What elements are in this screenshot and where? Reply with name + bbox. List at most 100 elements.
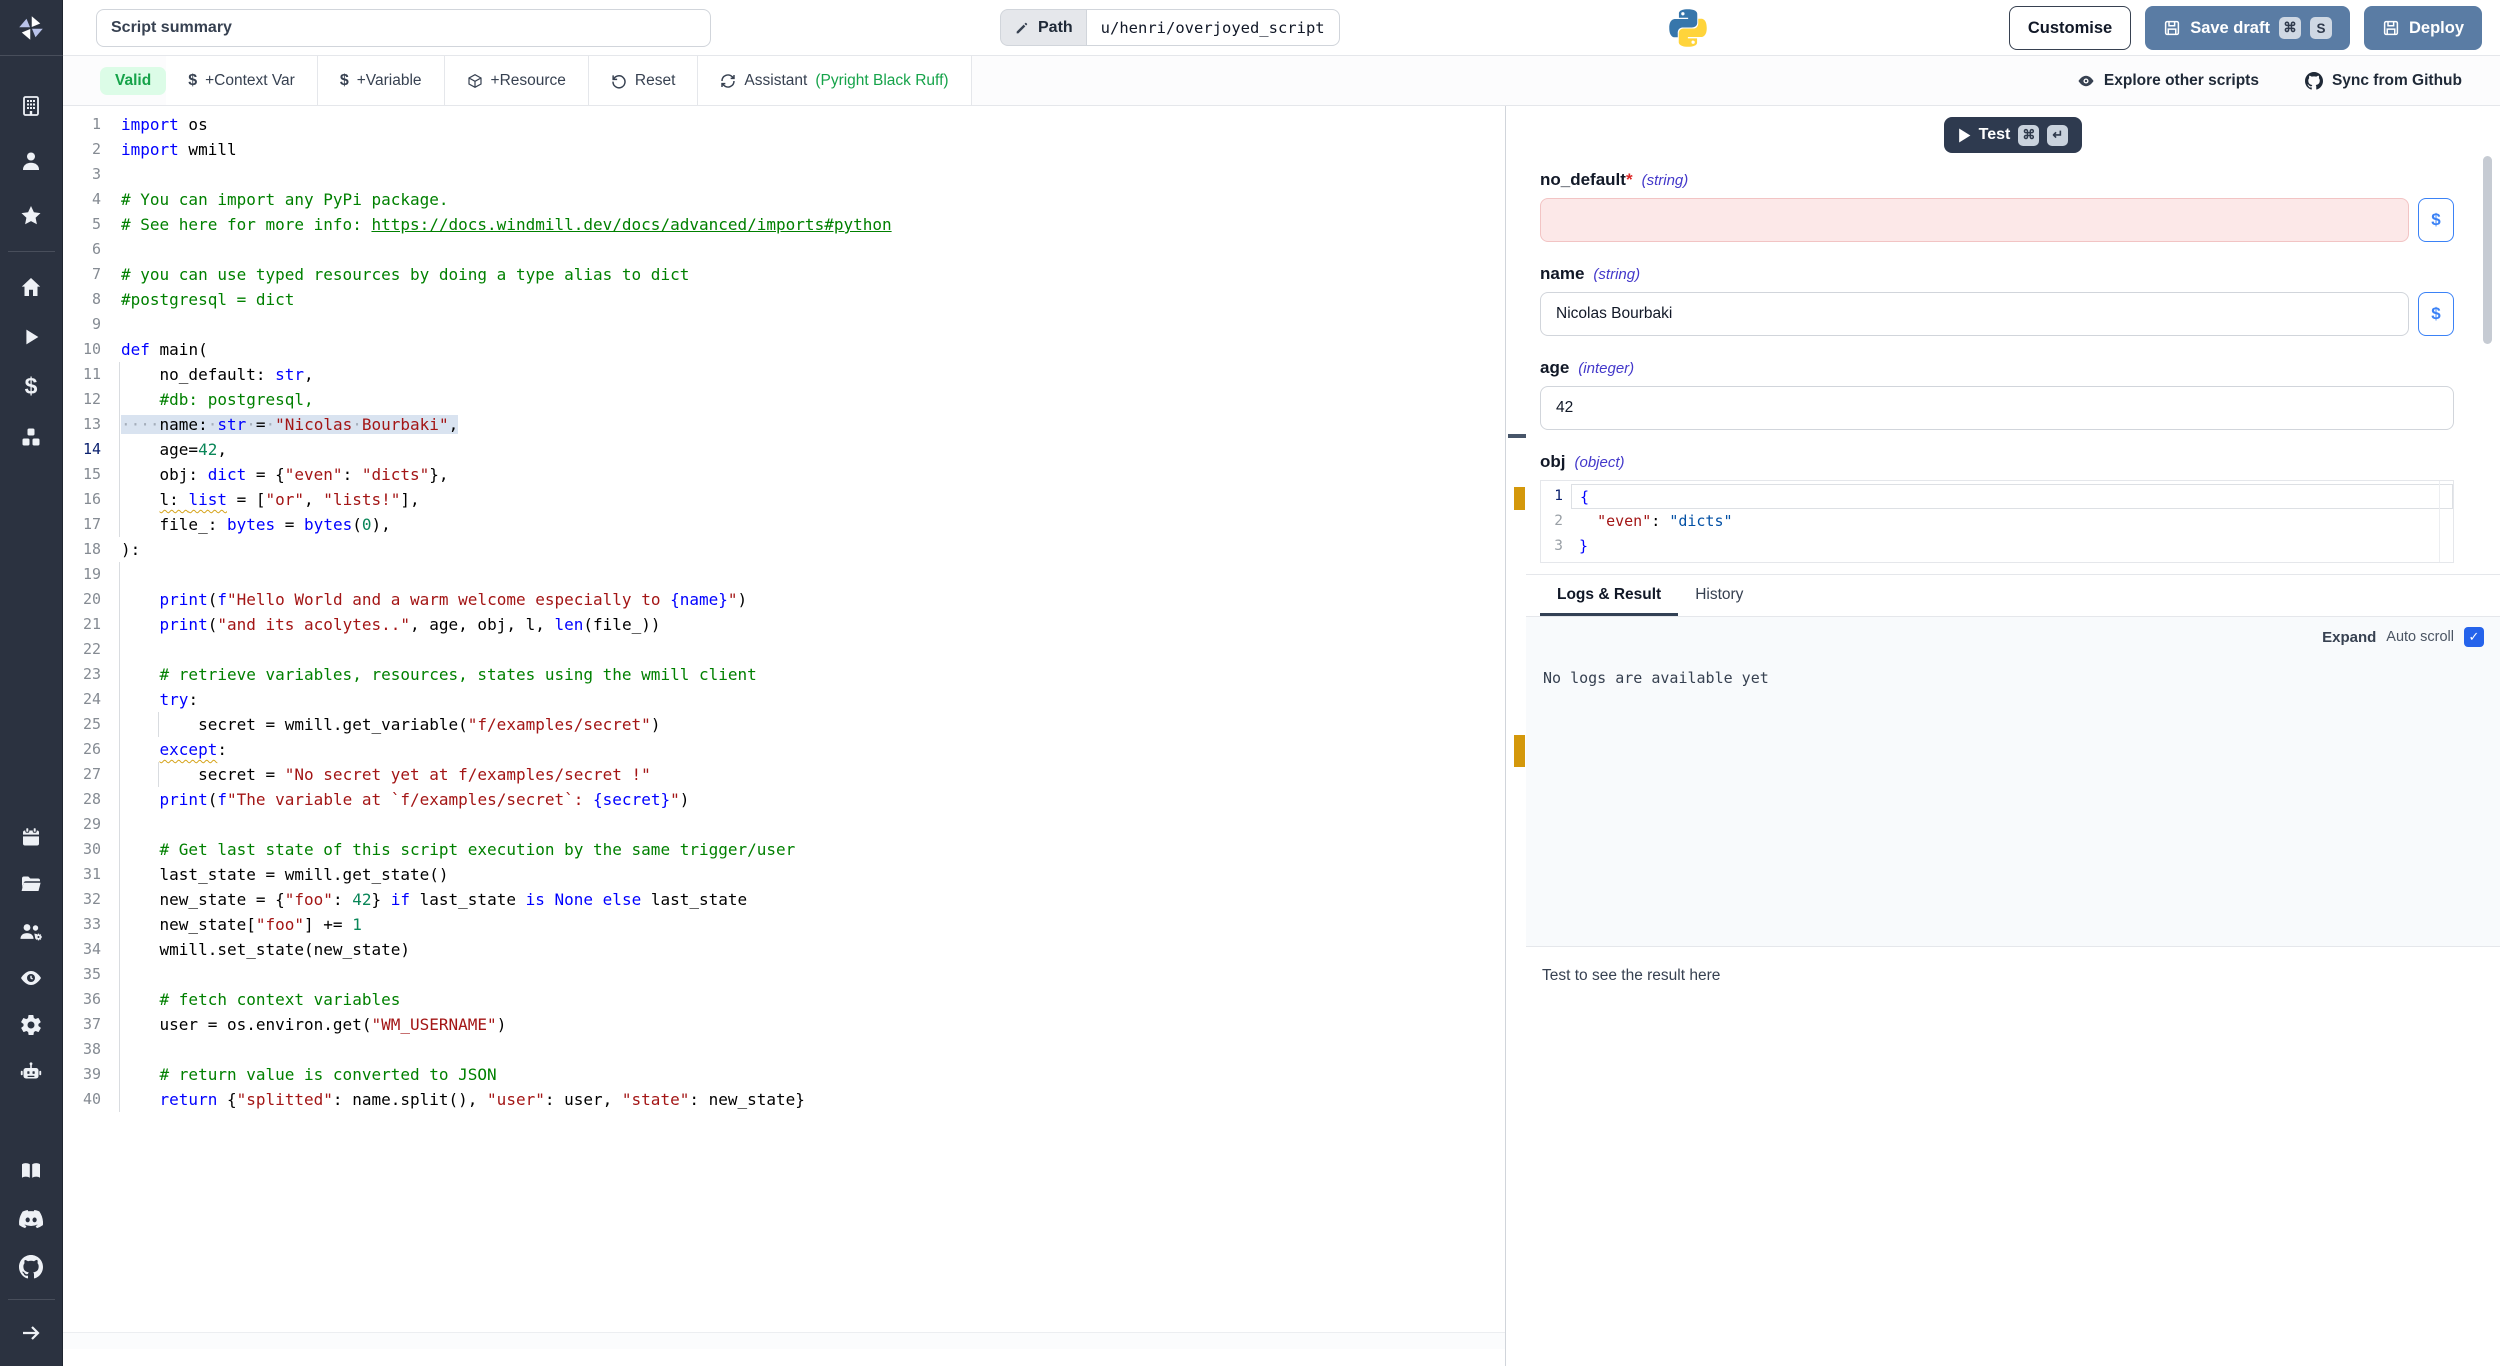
line-number: 15 bbox=[63, 462, 101, 487]
code-line[interactable]: 21 print("and its acolytes..", age, obj,… bbox=[63, 612, 1505, 637]
test-button[interactable]: Test ⌘ ↵ bbox=[1944, 117, 2083, 153]
add-variable-button[interactable]: $ +Variable bbox=[318, 56, 445, 105]
sidebar-item-github[interactable] bbox=[0, 1243, 63, 1291]
sidebar-item-resources-cubes[interactable] bbox=[0, 412, 63, 462]
code-line[interactable]: 3 bbox=[63, 162, 1505, 187]
code-line[interactable]: 32 new_state = {"foo": 42} if last_state… bbox=[63, 887, 1505, 912]
home-icon bbox=[19, 275, 43, 299]
code-line[interactable]: 34 wmill.set_state(new_state) bbox=[63, 937, 1505, 962]
no_default-input[interactable] bbox=[1540, 198, 2409, 242]
code-line[interactable]: 18): bbox=[63, 537, 1505, 562]
code-line[interactable]: 27 secret = "No secret yet at f/examples… bbox=[63, 762, 1505, 787]
save-draft-button[interactable]: Save draft ⌘ S bbox=[2145, 6, 2350, 50]
no-logs-message: No logs are available yet bbox=[1543, 669, 1769, 687]
field-name: age bbox=[1540, 358, 1569, 378]
code-line[interactable]: 20 print(f"Hello World and a warm welcom… bbox=[63, 587, 1505, 612]
code-editor[interactable]: 1import os2import wmill34# You can impor… bbox=[63, 106, 1505, 1349]
sidebar-item-settings-gear[interactable] bbox=[0, 1001, 63, 1048]
code-line[interactable]: 38 bbox=[63, 1037, 1505, 1062]
sidebar-item-workspace-building[interactable] bbox=[0, 78, 63, 133]
workers-robot-icon bbox=[18, 1060, 44, 1084]
code-line[interactable]: 1import os bbox=[63, 112, 1505, 137]
code-line[interactable]: 11 no_default: str, bbox=[63, 362, 1505, 387]
code-line[interactable]: 28 print(f"The variable at `f/examples/s… bbox=[63, 787, 1505, 812]
windmill-logo-icon[interactable] bbox=[0, 0, 63, 56]
sidebar-item-home[interactable] bbox=[0, 262, 63, 312]
code-line[interactable]: 37 user = os.environ.get("WM_USERNAME") bbox=[63, 1012, 1505, 1037]
sidebar-item-folders[interactable] bbox=[0, 860, 63, 907]
github-icon bbox=[2305, 72, 2323, 90]
sidebar-item-audit-eye[interactable] bbox=[0, 954, 63, 1001]
code-line[interactable]: 2import wmill bbox=[63, 137, 1505, 162]
age-input[interactable] bbox=[1540, 386, 2454, 430]
code-line[interactable]: 31 last_state = wmill.get_state() bbox=[63, 862, 1505, 887]
panel-scrollbar[interactable] bbox=[2483, 156, 2492, 344]
add-resource-button[interactable]: +Resource bbox=[445, 56, 589, 105]
sidebar-item-schedules-calendar[interactable] bbox=[0, 813, 63, 860]
assistant-button[interactable]: Assistant (Pyright Black Ruff) bbox=[698, 56, 971, 105]
code-line[interactable]: 8#postgresql = dict bbox=[63, 287, 1505, 312]
code-line[interactable]: 4# You can import any PyPi package. bbox=[63, 187, 1505, 212]
code-line[interactable]: 36 # fetch context variables bbox=[63, 987, 1505, 1012]
sidebar-item-favorites-star[interactable] bbox=[0, 188, 63, 243]
code-line[interactable]: 39 # return value is converted to JSON bbox=[63, 1062, 1505, 1087]
sidebar-item-runs-play[interactable] bbox=[0, 312, 63, 362]
code-line[interactable]: 17 file_: bytes = bytes(0), bbox=[63, 512, 1505, 537]
code-line[interactable]: 7# you can use typed resources by doing … bbox=[63, 262, 1505, 287]
code-line[interactable]: 24 try: bbox=[63, 687, 1505, 712]
name-input[interactable] bbox=[1540, 292, 2409, 336]
code-line[interactable]: 13····name:·str·=·"Nicolas·Bourbaki", bbox=[63, 412, 1505, 437]
autoscroll-checkbox[interactable]: ✓ bbox=[2464, 627, 2484, 647]
line-number: 37 bbox=[63, 1012, 101, 1037]
reset-button[interactable]: Reset bbox=[589, 56, 699, 105]
path-label: Path bbox=[1038, 19, 1073, 37]
code-line[interactable]: 10def main( bbox=[63, 337, 1505, 362]
expand-button[interactable]: Expand bbox=[2322, 629, 2376, 646]
sidebar-item-discord[interactable] bbox=[0, 1195, 63, 1243]
code-line[interactable]: 30 # Get last state of this script execu… bbox=[63, 837, 1505, 862]
script-summary-input[interactable] bbox=[96, 9, 711, 47]
line-number: 21 bbox=[63, 612, 101, 637]
edit-path-button[interactable]: Path bbox=[1000, 9, 1086, 46]
tab-history[interactable]: History bbox=[1678, 575, 1760, 616]
script-path-value[interactable]: u/henri/overjoyed_script bbox=[1086, 9, 1340, 46]
code-line[interactable]: 15 obj: dict = {"even": "dicts"}, bbox=[63, 462, 1505, 487]
customise-label: Customise bbox=[2028, 19, 2112, 38]
code-line[interactable]: 29 bbox=[63, 812, 1505, 837]
code-line[interactable]: 19 bbox=[63, 562, 1505, 587]
sidebar-item-docs-book[interactable] bbox=[0, 1147, 63, 1195]
code-line[interactable]: 25 secret = wmill.get_variable("f/exampl… bbox=[63, 712, 1505, 737]
customise-button[interactable]: Customise bbox=[2009, 6, 2131, 50]
code-line[interactable]: 22 bbox=[63, 637, 1505, 662]
add-context-var-button[interactable]: $ +Context Var bbox=[166, 56, 318, 105]
field-row-no_default: $ bbox=[1540, 198, 2454, 242]
code-line[interactable]: 16 l: list = ["or", "lists!"], bbox=[63, 487, 1505, 512]
sidebar-item-groups-users[interactable] bbox=[0, 907, 63, 954]
deploy-button[interactable]: Deploy bbox=[2364, 6, 2482, 50]
insert-variable-button[interactable]: $ bbox=[2418, 198, 2454, 242]
code-line[interactable]: 14 age=42, bbox=[63, 437, 1505, 462]
code-line[interactable]: 26 except: bbox=[63, 737, 1505, 762]
sync-from-github-link[interactable]: Sync from Github bbox=[2305, 72, 2462, 90]
code-line[interactable]: 33 new_state["foo"] += 1 bbox=[63, 912, 1505, 937]
sidebar-item-user[interactable] bbox=[0, 133, 63, 188]
json-editor-line[interactable]: 1{ bbox=[1541, 484, 2453, 509]
code-line[interactable]: 40 return {"splitted": name.split(), "us… bbox=[63, 1087, 1505, 1112]
obj-json-editor[interactable]: 1{2 "even": "dicts"3} bbox=[1540, 480, 2454, 563]
code-line[interactable]: 23 # retrieve variables, resources, stat… bbox=[63, 662, 1505, 687]
explore-other-scripts-link[interactable]: Explore other scripts bbox=[2077, 72, 2259, 90]
sidebar-item-expand-arrow-right[interactable] bbox=[0, 1308, 63, 1358]
insert-variable-button[interactable]: $ bbox=[2418, 292, 2454, 336]
json-editor-line[interactable]: 3} bbox=[1541, 534, 2453, 559]
code-line[interactable]: 12 #db: postgresql, bbox=[63, 387, 1505, 412]
code-line[interactable]: 35 bbox=[63, 962, 1505, 987]
sidebar-item-variables-dollar[interactable]: $ bbox=[0, 362, 63, 412]
code-line[interactable]: 9 bbox=[63, 312, 1505, 337]
sidebar-item-workers-robot[interactable] bbox=[0, 1048, 63, 1095]
code-line[interactable]: 6 bbox=[63, 237, 1505, 262]
tab-logs-result[interactable]: Logs & Result bbox=[1540, 575, 1678, 616]
code-line[interactable]: 5# See here for more info: https://docs.… bbox=[63, 212, 1505, 237]
indent-guide bbox=[119, 687, 120, 712]
favorites-star-icon bbox=[19, 204, 43, 228]
json-editor-line[interactable]: 2 "even": "dicts" bbox=[1541, 509, 2453, 534]
